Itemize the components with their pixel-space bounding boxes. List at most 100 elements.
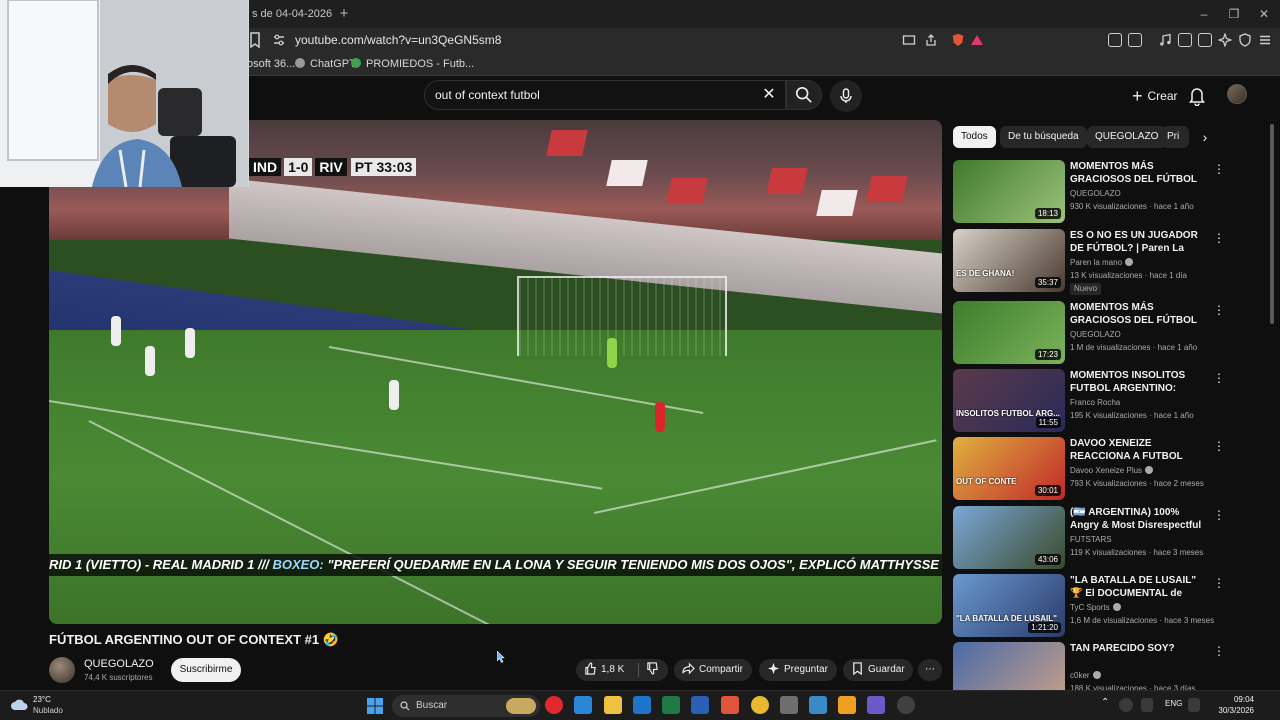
restore-button[interactable]: ❐: [1220, 4, 1248, 24]
recommendation-card[interactable]: 17:23 MOMENTOS MÁS GRACIOSOS DEL FÚTBOL A…: [953, 301, 1225, 365]
file-explorer-icon[interactable]: [604, 696, 622, 714]
recommendation-channel[interactable]: Franco Rocha: [1070, 398, 1120, 407]
recommendation-channel[interactable]: TyC Sports: [1070, 603, 1121, 612]
video-thumbnail[interactable]: "LA BATALLA DE LUSAIL" 1:21:20: [953, 574, 1065, 637]
like-button[interactable]: 1,8 K: [576, 659, 632, 681]
voice-search-button[interactable]: [830, 80, 862, 112]
cloud-icon[interactable]: [10, 698, 28, 712]
channel-name[interactable]: QUEGOLAZO: [84, 658, 154, 670]
video-thumbnail[interactable]: 17:23: [953, 301, 1065, 364]
video-player[interactable]: IND 1-0 RIV PT 33:03 RID 1 (VIETTO) - RE…: [49, 120, 942, 624]
kebab-menu-icon[interactable]: ⋮: [1213, 231, 1225, 245]
excel-icon[interactable]: [662, 696, 680, 714]
recommendation-channel[interactable]: Davoo Xeneize Plus: [1070, 466, 1154, 475]
app-icon[interactable]: [838, 696, 856, 714]
leo-ai-icon[interactable]: [1218, 33, 1232, 47]
kebab-menu-icon[interactable]: ⋮: [1213, 303, 1225, 317]
recommendation-card[interactable]: ES DE GHANA! 35:37 ES O NO ES UN JUGADOR D…: [953, 229, 1225, 295]
url-field[interactable]: youtube.com/watch?v=un3QeGN5sm8: [295, 28, 501, 52]
search-button[interactable]: [786, 80, 822, 110]
chevron-up-icon[interactable]: ⌃: [1101, 697, 1109, 708]
create-button[interactable]: + Crear: [1122, 82, 1188, 110]
outlook-icon[interactable]: [633, 696, 651, 714]
bookmark-icon[interactable]: [248, 32, 262, 48]
recommendation-title[interactable]: MOMENTOS MÁS GRACIOSOS DEL FÚTBOL ARGENT…: [1070, 160, 1208, 186]
kebab-menu-icon[interactable]: ⋮: [1213, 508, 1225, 522]
subscribe-button[interactable]: Suscribirme: [171, 658, 241, 682]
recommendation-channel[interactable]: Paren la mano: [1070, 258, 1134, 267]
kebab-menu-icon[interactable]: ⋮: [1213, 371, 1225, 385]
recommendation-channel[interactable]: FUTSTARS: [1070, 535, 1112, 544]
app-icon[interactable]: [780, 696, 798, 714]
chip-from-search[interactable]: De tu búsqueda: [1000, 126, 1087, 148]
word-icon[interactable]: [691, 696, 709, 714]
video-thumbnail[interactable]: 43:06: [953, 506, 1065, 569]
minimize-button[interactable]: –: [1190, 4, 1218, 24]
recommendation-card[interactable]: 43:06 (🇦🇷 ARGENTINA) 100% Angry & Most Di…: [953, 506, 1225, 570]
share-button[interactable]: Compartir: [674, 659, 752, 681]
kebab-menu-icon[interactable]: ⋮: [1213, 439, 1225, 453]
screenshot-icon[interactable]: [1128, 33, 1142, 47]
weather-description[interactable]: Nublado: [33, 706, 63, 715]
extensions-icon[interactable]: [1108, 33, 1122, 47]
save-button[interactable]: Guardar: [843, 659, 913, 681]
sidebar-toggle-icon[interactable]: [1178, 33, 1192, 47]
wallet-icon[interactable]: [1198, 33, 1212, 47]
ask-button[interactable]: Preguntar: [759, 659, 837, 681]
brave-shields-icon[interactable]: [950, 33, 966, 47]
recommendation-title[interactable]: TAN PARECIDO SOY?: [1070, 642, 1208, 655]
brave-rewards-icon[interactable]: [970, 33, 984, 47]
site-settings-icon[interactable]: [272, 33, 286, 47]
clear-search-button[interactable]: ✕: [760, 86, 778, 104]
app-icon[interactable]: [809, 696, 827, 714]
network-icon[interactable]: [1119, 698, 1133, 712]
video-thumbnail[interactable]: INSOLITOS FUTBOL ARG... 11:55: [953, 369, 1065, 432]
language-indicator[interactable]: ENG: [1165, 699, 1182, 708]
chrome-icon[interactable]: [751, 696, 769, 714]
menu-icon[interactable]: [1258, 33, 1272, 47]
cast-icon[interactable]: [902, 33, 916, 47]
recommendation-title[interactable]: MOMENTOS MÁS GRACIOSOS DEL FÚTBOL ARGENT…: [1070, 301, 1208, 327]
video-thumbnail[interactable]: ES DE GHANA! 35:37: [953, 229, 1065, 292]
recommendation-channel[interactable]: c0ker: [1070, 671, 1101, 680]
chip-channel[interactable]: QUEGOLAZO: [1087, 126, 1167, 148]
video-thumbnail[interactable]: OUT OF CONTE 30:01: [953, 437, 1065, 500]
app-icon[interactable]: [897, 696, 915, 714]
chip-truncated[interactable]: Pri: [1161, 126, 1189, 148]
new-tab-button[interactable]: +: [334, 4, 354, 24]
chip-all[interactable]: Todos: [953, 126, 996, 148]
recommendation-channel[interactable]: QUEGOLAZO: [1070, 189, 1121, 198]
wifi-icon[interactable]: [1188, 698, 1200, 712]
video-thumbnail[interactable]: 18:13: [953, 160, 1065, 223]
scroll-thumb[interactable]: [1270, 124, 1274, 324]
teams-icon[interactable]: [867, 696, 885, 714]
recommendation-card[interactable]: OUT OF CONTE 30:01 DAVOO XENEIZE REACCIONA…: [953, 437, 1225, 501]
recommendation-card[interactable]: "LA BATALLA DE LUSAIL" 1:21:20 "LA BATALLA…: [953, 574, 1225, 638]
notifications-bell-icon[interactable]: [1188, 86, 1206, 106]
dislike-button[interactable]: [640, 659, 668, 681]
chevron-right-icon[interactable]: ›: [1196, 128, 1214, 146]
kebab-menu-icon[interactable]: ⋮: [1213, 162, 1225, 176]
microphone-tray-icon[interactable]: [1141, 698, 1153, 712]
recommendation-title[interactable]: (🇦🇷 ARGENTINA) 100% Angry & Most Disresp…: [1070, 506, 1208, 532]
account-avatar[interactable]: [1227, 84, 1247, 104]
search-input[interactable]: [435, 81, 755, 109]
bookmark-item[interactable]: PROMIEDOS - Futb...: [351, 52, 474, 76]
recommendation-card[interactable]: 18:13 MOMENTOS MÁS GRACIOSOS DEL FÚTBOL A…: [953, 160, 1225, 224]
brave-browser-icon[interactable]: [721, 696, 739, 714]
close-window-button[interactable]: ✕: [1250, 4, 1278, 24]
recommendation-title[interactable]: ES O NO ES UN JUGADOR DE FÚTBOL? | Paren…: [1070, 229, 1208, 255]
taskbar-search[interactable]: Buscar: [392, 695, 540, 717]
recommendation-channel[interactable]: QUEGOLAZO: [1070, 330, 1121, 339]
bookmark-item[interactable]: ChatGPT: [295, 52, 356, 76]
media-player-icon[interactable]: [545, 696, 563, 714]
recommendation-card[interactable]: INSOLITOS FUTBOL ARG... 11:55 MOMENTOS INS…: [953, 369, 1225, 433]
clock-date[interactable]: 30/3/2026: [1214, 706, 1254, 715]
clock-time[interactable]: 09:04: [1214, 695, 1254, 704]
kebab-menu-icon[interactable]: ⋮: [1213, 576, 1225, 590]
vpn-shield-icon[interactable]: [1238, 33, 1252, 47]
vscode-icon[interactable]: [574, 696, 592, 714]
recommendation-title[interactable]: "LA BATALLA DE LUSAIL" 🏆 El DOCUMENTAL d…: [1070, 574, 1208, 600]
windows-start-icon[interactable]: [366, 697, 384, 715]
recommendation-title[interactable]: MOMENTOS INSOLITOS FUTBOL ARGENTINO: FEB…: [1070, 369, 1208, 395]
